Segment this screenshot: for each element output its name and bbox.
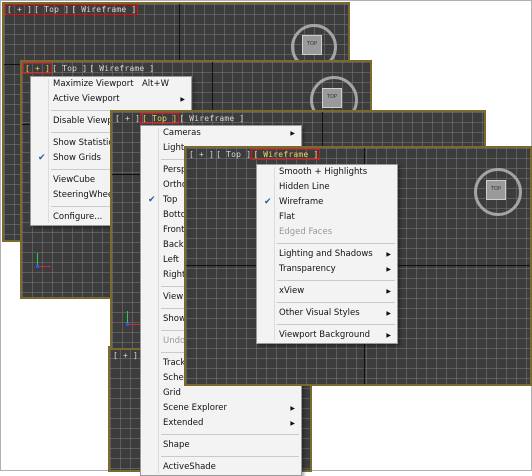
menu-item-label: Left [163,255,179,265]
menu-item-label: Active Viewport [53,94,120,104]
checkmark-icon: ✔ [38,153,46,163]
submenu-arrow-icon: ▶ [386,288,391,295]
viewport-shading-menu[interactable]: [ Wireframe ] [70,5,137,14]
viewcube-face-label: TOP [306,41,317,47]
menu-item-label: Smooth + Highlights [279,167,368,177]
menu-item-label: Extended [163,418,204,428]
menu-item-maximize-viewport[interactable]: Maximize Viewport Alt+W [31,77,191,92]
viewcube-face-label: TOP [326,94,337,100]
menu-separator [277,280,395,281]
menu-separator [277,302,395,303]
menu-item-label: Scene Explorer [163,403,228,413]
viewport-view-menu[interactable]: [ Top ] [51,64,88,73]
viewport-plus-menu[interactable]: [ + ] [188,150,215,159]
menu-item-label: Botto [163,210,186,220]
submenu-arrow-icon: ▶ [290,420,295,427]
menu-separator [161,456,299,457]
viewport-label[interactable]: [ + ][ Top ][ Wireframe ] [114,113,245,124]
menu-item-smooth-highlights[interactable]: Smooth + Highlights [257,165,397,180]
checkmark-icon: ✔ [148,195,156,205]
menu-item-label: Viewport Background [279,330,371,340]
menu-item-xview[interactable]: xView ▶ [257,284,397,299]
submenu-arrow-icon: ▶ [290,130,295,137]
menu-item-label: Show Statistics [53,138,118,148]
menu-item-shape[interactable]: Shape [141,438,301,453]
menu-item-label: Persp [163,165,187,175]
menu-item-label: Front [163,225,185,235]
menu-item-label: ViewCube [53,175,96,185]
menu-item-edged-faces: Edged Faces [257,225,397,240]
menu-item-label: Configure... [53,212,103,222]
menu-item-label: Top [163,195,178,205]
submenu-arrow-icon: ▶ [386,332,391,339]
viewport-label[interactable]: [ + ][ Top ][ Wireframe ] [4,4,139,15]
viewport-view-menu[interactable]: [ Top ] [215,150,252,159]
menu-item-label: Disable Viewp [53,116,113,126]
viewport-shading-menu[interactable]: [ Wireframe ] [251,149,321,160]
menu-item-label: Show [163,314,186,324]
submenu-arrow-icon: ▶ [290,405,295,412]
menu-item-lighting-shadows[interactable]: Lighting and Shadows ▶ [257,247,397,262]
menu-item-extended[interactable]: Extended ▶ [141,416,301,431]
menu-item-label: Show Grids [53,153,101,163]
menu-item-hidden-line[interactable]: Hidden Line [257,180,397,195]
menu-item-label: View [163,292,184,302]
axis-tripod-icon [34,252,52,270]
menu-item-label: xView [279,286,305,296]
menu-item-label: Hidden Line [279,182,330,192]
menu-item-label: Maximize Viewport [53,79,134,89]
menu-item-wireframe[interactable]: ✔ Wireframe [257,195,397,210]
viewport-plus-menu[interactable]: [ + ] [6,5,33,14]
viewport-plus-menu[interactable]: [ + ] [114,114,141,123]
shortcut-label: Alt+W [141,79,169,89]
menu-item-label: Undo [163,336,186,346]
viewport-shading-menu[interactable]: [ Wireframe ] [88,64,155,73]
menu-item-other-visual-styles[interactable]: Other Visual Styles ▶ [257,306,397,321]
menu-item-active-viewport[interactable]: Active Viewport ▶ [31,92,191,107]
viewport-plus-menu[interactable]: [ + ] [22,63,53,74]
submenu-arrow-icon: ▶ [386,251,391,258]
menu-item-label: Transparency [279,264,336,274]
menu-item-transparency[interactable]: Transparency ▶ [257,262,397,277]
menu-separator [277,243,395,244]
checkmark-icon: ✔ [264,197,272,207]
viewport-view-menu[interactable]: [ Top ] [33,5,70,14]
menu-item-label: Right [163,270,186,280]
menu-item-label: Flat [279,212,295,222]
viewport-shading-menu-popup[interactable]: Smooth + Highlights Hidden Line ✔ Wirefra… [256,164,398,344]
viewcube-face-label: TOP [490,186,501,192]
submenu-arrow-icon: ▶ [386,266,391,273]
menu-item-label: Grid [163,388,181,398]
menu-item-label: SteeringWheel [53,190,116,200]
viewport-view-menu[interactable]: [ Top ] [140,113,180,124]
menu-item-label: Shape [163,440,190,450]
menu-item-scene-explorer[interactable]: Scene Explorer ▶ [141,401,301,416]
menu-item-label: Edged Faces [279,227,333,237]
menu-item-flat[interactable]: Flat [257,210,397,225]
viewport-shading-menu[interactable]: [ Wireframe ] [178,114,245,123]
menu-item-label: Cameras [163,128,201,138]
submenu-arrow-icon: ▶ [180,96,185,103]
menu-item-viewport-background[interactable]: Viewport Background ▶ [257,328,397,343]
menu-item-label: Light [163,143,185,153]
menu-separator [277,324,395,325]
menu-item-activeshade[interactable]: ActiveShade [141,460,301,475]
menu-separator [161,434,299,435]
menu-item-label: Lighting and Shadows [279,249,373,259]
submenu-arrow-icon: ▶ [386,310,391,317]
menu-item-grid[interactable]: Grid [141,386,301,401]
menu-item-cameras[interactable]: Cameras ▶ [141,126,301,141]
viewport-label[interactable]: [ + ][ Top ][ Wireframe ] [22,63,155,74]
menu-item-label: Wireframe [279,197,324,207]
menu-item-label: Other Visual Styles [279,308,360,318]
viewport-label[interactable]: [ + ][ Top ][ Wireframe ] [188,149,321,160]
viewcube[interactable]: TOP [471,162,526,217]
menu-item-label: Track [163,358,186,368]
menu-item-label: Back [163,240,184,250]
menu-item-label: Sche [163,373,184,383]
